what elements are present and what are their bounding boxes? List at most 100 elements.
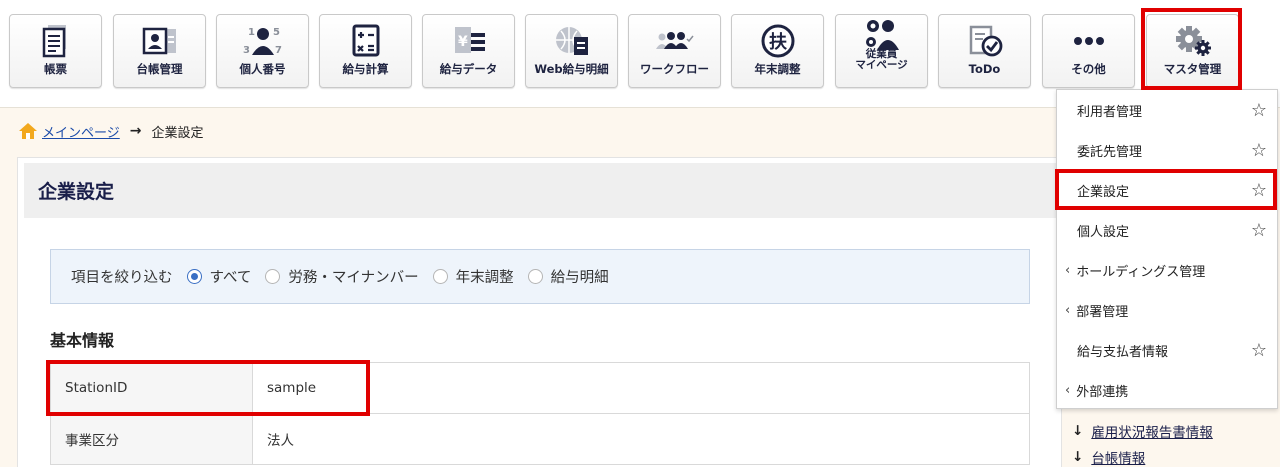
star-icon[interactable]: ☆	[1251, 340, 1267, 361]
menu-item-payer-info[interactable]: 給与支払者情報 ☆	[1057, 330, 1277, 370]
filter-option-label: 給与明細	[550, 270, 609, 286]
menu-item-department-management[interactable]: ‹ 部署管理	[1057, 290, 1277, 330]
calculator-icon	[344, 21, 388, 61]
gear-icon	[1171, 21, 1215, 61]
menu-item-personal-settings[interactable]: 個人設定 ☆	[1057, 210, 1277, 250]
toolbar-label: マスタ管理	[1163, 62, 1222, 76]
arrow-down-icon: ↓	[1072, 423, 1084, 439]
menu-item-label: 給与支払者情報	[1077, 344, 1169, 360]
menu-item-contractor-management[interactable]: 委託先管理 ☆	[1057, 130, 1277, 170]
filter-radio-all[interactable]: すべて	[186, 266, 252, 287]
globe-document-icon	[550, 21, 594, 61]
arrow-down-icon: ↓	[1072, 449, 1084, 465]
section-jump-links: ↓ 雇用状況報告書情報 ↓ 台帳情報	[1072, 418, 1213, 467]
table-row: 事業区分 法人	[50, 414, 1030, 465]
digit-1: 1	[248, 27, 255, 38]
radio-unselected-icon	[265, 269, 281, 284]
jump-link-employment-report[interactable]: ↓ 雇用状況報告書情報	[1072, 418, 1213, 444]
filter-bar: 項目を絞り込む すべて 労務・マイナンバー 年末調整 給与明細	[50, 249, 1030, 304]
toolbar-button-forms[interactable]: 帳票	[9, 14, 102, 88]
toolbar-label: 帳票	[44, 62, 67, 76]
todo-check-icon	[963, 21, 1007, 61]
menu-item-label: 委託先管理	[1077, 144, 1143, 160]
basic-info-table: StationID sample 事業区分 法人	[50, 362, 1030, 465]
chevron-left-icon: ‹	[1065, 302, 1071, 318]
toolbar-button-workflow[interactable]: ワークフロー	[628, 14, 721, 88]
menu-item-label: 企業設定	[1077, 184, 1130, 200]
toolbar-label: その他	[1071, 62, 1106, 76]
toolbar-button-employee-mypage[interactable]: 従業員 マイページ	[835, 14, 928, 88]
menu-item-label: ホールディングス管理	[1076, 264, 1206, 280]
yen-symbol: ¥	[458, 34, 468, 50]
more-dots-icon	[1067, 21, 1111, 61]
filter-label: 項目を絞り込む	[71, 270, 173, 286]
id-card-icon	[138, 21, 182, 61]
table-key: StationID	[50, 363, 253, 413]
digit-7: 7	[275, 45, 282, 56]
radio-unselected-icon	[527, 269, 543, 284]
toolbar-button-todo[interactable]: ToDo	[938, 14, 1031, 88]
filter-radio-payslip[interactable]: 給与明細	[527, 266, 609, 287]
page-header: 企業設定	[24, 163, 1062, 218]
radio-selected-icon	[186, 269, 202, 284]
toolbar-label-line2: マイページ	[855, 59, 908, 71]
home-icon	[19, 123, 37, 139]
menu-item-label: 外部連携	[1076, 384, 1129, 400]
menu-item-label: 利用者管理	[1077, 104, 1143, 120]
toolbar-button-year-end[interactable]: 扶 年末調整	[731, 14, 824, 88]
star-icon[interactable]: ☆	[1251, 220, 1267, 241]
menu-item-external-integration[interactable]: ‹ 外部連携	[1057, 370, 1277, 410]
toolbar-label: 給与計算	[342, 62, 389, 76]
page-title: 企業設定	[38, 181, 115, 203]
table-value: sample	[253, 363, 1030, 413]
filter-option-label: すべて	[209, 270, 252, 286]
person-number-icon: 1 5 3 7	[241, 21, 285, 61]
jump-link-label: 雇用状況報告書情報	[1091, 425, 1213, 441]
table-key: 事業区分	[50, 414, 253, 464]
toolbar-label: ToDo	[968, 62, 1001, 76]
toolbar-label: 給与データ	[439, 62, 498, 76]
star-icon[interactable]: ☆	[1251, 140, 1267, 161]
filter-option-label: 労務・マイナンバー	[288, 270, 419, 286]
digit-3: 3	[243, 45, 250, 56]
year-end-glyph: 扶	[769, 31, 788, 53]
toolbar-label: ワークフロー	[640, 62, 709, 76]
toolbar-button-payroll-data[interactable]: ¥ 給与データ	[422, 14, 515, 88]
people-group-icon	[653, 21, 697, 61]
yen-data-icon: ¥	[447, 21, 491, 61]
toolbar-label: 個人番号	[239, 62, 286, 76]
menu-item-label: 部署管理	[1076, 304, 1129, 320]
toolbar-button-personal-number[interactable]: 1 5 3 7 個人番号	[216, 14, 309, 88]
radio-unselected-icon	[432, 269, 448, 284]
section-title-basic-info: 基本情報	[50, 331, 115, 350]
document-icon	[34, 21, 78, 61]
menu-item-company-settings[interactable]: 企業設定 ☆	[1057, 170, 1277, 210]
filter-option-label: 年末調整	[455, 270, 514, 286]
toolbar-button-payroll-calc[interactable]: 給与計算	[319, 14, 412, 88]
star-icon[interactable]: ☆	[1251, 100, 1267, 121]
toolbar-button-other[interactable]: その他	[1042, 14, 1135, 88]
chevron-left-icon: ‹	[1065, 262, 1071, 278]
chevron-left-icon: ‹	[1065, 382, 1071, 398]
filter-radio-year-end[interactable]: 年末調整	[432, 266, 514, 287]
toolbar-button-master[interactable]: マスタ管理	[1146, 14, 1239, 88]
star-icon[interactable]: ☆	[1251, 180, 1267, 201]
toolbar-label: 台帳管理	[136, 62, 183, 76]
table-row: StationID sample	[50, 363, 1030, 414]
toolbar-button-web-payslip[interactable]: Web給与明細	[525, 14, 618, 88]
jump-link-ledger-info[interactable]: ↓ 台帳情報	[1072, 444, 1213, 467]
breadcrumb-arrow-icon: →	[129, 123, 142, 139]
menu-item-label: 個人設定	[1077, 224, 1130, 240]
toolbar-label: 年末調整	[754, 62, 801, 76]
toolbar-button-ledger[interactable]: 台帳管理	[113, 14, 206, 88]
menu-item-user-management[interactable]: 利用者管理 ☆	[1057, 90, 1277, 130]
circle-kanji-icon: 扶	[756, 21, 800, 61]
filter-radio-labor[interactable]: 労務・マイナンバー	[265, 266, 419, 287]
table-value: 法人	[253, 414, 1030, 464]
breadcrumb: メインページ → 企業設定	[18, 120, 204, 142]
employee-gear-icon	[860, 19, 904, 50]
menu-item-holdings-management[interactable]: ‹ ホールディングス管理	[1057, 250, 1277, 290]
master-dropdown-menu: 利用者管理 ☆ 委託先管理 ☆ 企業設定 ☆ 個人設定 ☆ ‹ ホールディングス管…	[1056, 89, 1278, 409]
breadcrumb-current: 企業設定	[151, 125, 204, 141]
breadcrumb-home-link[interactable]: メインページ	[42, 122, 120, 141]
